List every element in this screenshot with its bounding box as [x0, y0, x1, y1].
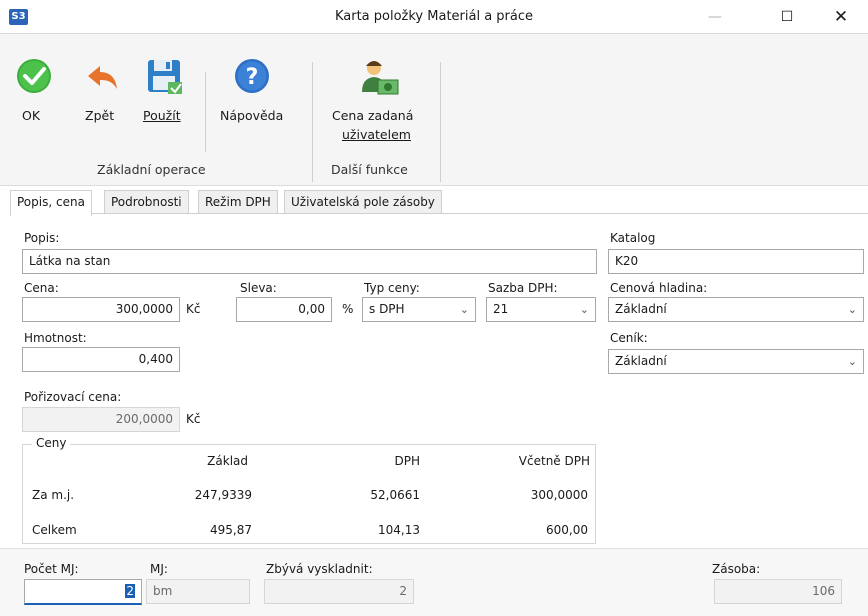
toolbar-separator: [440, 62, 441, 182]
check-icon: [17, 59, 51, 93]
chevron-down-icon: ⌄: [459, 303, 469, 316]
popis-field[interactable]: Látka na stan: [22, 249, 597, 274]
user-price-label-line1: Cena zadaná: [332, 108, 414, 123]
ceny-cell: 104,13: [378, 523, 420, 537]
apply-label: Použít: [143, 108, 181, 123]
cenik-select[interactable]: Základní ⌄: [608, 349, 864, 374]
porizovaci-cena-unit: Kč: [186, 412, 201, 426]
typ-ceny-select[interactable]: s DPH ⌄: [362, 297, 476, 322]
pocet-mj-value: 2: [125, 584, 135, 598]
ceny-row-label: Celkem: [32, 523, 77, 537]
tab-uzivatelska-pole[interactable]: Uživatelská pole zásoby: [284, 190, 442, 214]
ceny-header-zaklad: Základ: [207, 454, 248, 468]
porizovaci-cena-label: Pořizovací cena:: [24, 390, 122, 404]
ceny-cell: 52,0661: [370, 488, 420, 502]
back-label: Zpět: [85, 108, 115, 123]
ceny-group-title: Ceny: [32, 436, 71, 450]
popis-label: Popis:: [24, 231, 60, 245]
sazba-dph-value: 21: [493, 302, 509, 316]
ceny-cell: 495,87: [210, 523, 252, 537]
cenik-label: Ceník:: [610, 331, 648, 345]
chevron-down-icon: ⌄: [579, 303, 589, 316]
help-label: Nápověda: [220, 108, 284, 123]
cenova-hladina-value: Základní: [615, 302, 667, 316]
back-button[interactable]: Zpět: [82, 58, 126, 148]
minimize-button[interactable]: —: [692, 0, 738, 34]
cenova-hladina-label: Cenová hladina:: [610, 281, 708, 295]
save-icon: [148, 60, 182, 94]
sleva-unit: %: [342, 302, 354, 316]
ceny-cell: 300,0000: [530, 488, 588, 502]
close-button[interactable]: ✕: [818, 0, 864, 34]
help-icon: ?: [235, 59, 269, 93]
mj-field: bm: [146, 579, 250, 604]
sleva-label: Sleva:: [240, 281, 277, 295]
ceny-cell: 247,9339: [194, 488, 252, 502]
apply-button[interactable]: Použít: [142, 58, 192, 148]
maximize-button[interactable]: ☐: [764, 0, 810, 34]
group-label-basic: Základní operace: [97, 162, 206, 177]
cena-unit: Kč: [186, 302, 201, 316]
katalog-label: Katalog: [610, 231, 656, 245]
tab-rezim-dph[interactable]: Režim DPH: [198, 190, 278, 214]
hmotnost-label: Hmotnost:: [24, 331, 87, 345]
katalog-field[interactable]: K20: [608, 249, 864, 274]
cenik-value: Základní: [615, 354, 667, 368]
sazba-dph-label: Sazba DPH:: [488, 281, 558, 295]
typ-ceny-label: Typ ceny:: [364, 281, 420, 295]
porizovaci-cena-field: 200,0000: [22, 407, 180, 432]
zbyva-vyskladnit-field: 2: [264, 579, 414, 604]
toolbar: OK Zpět Použít ? Nápověda Cena zadaná už…: [0, 34, 868, 186]
sazba-dph-select[interactable]: 21 ⌄: [486, 297, 596, 322]
sleva-field[interactable]: 0,00: [236, 297, 332, 322]
toolbar-separator: [312, 62, 313, 182]
ok-label: OK: [22, 108, 41, 123]
cena-field[interactable]: 300,0000: [22, 297, 180, 322]
zasoba-label: Zásoba:: [712, 562, 761, 576]
svg-text:?: ?: [246, 65, 259, 90]
ceny-cell: 600,00: [546, 523, 588, 537]
pocet-mj-label: Počet MJ:: [24, 562, 79, 576]
chevron-down-icon: ⌄: [847, 303, 857, 316]
ok-button[interactable]: OK: [14, 58, 54, 148]
toolbar-separator: [205, 72, 206, 152]
zbyva-vyskladnit-label: Zbývá vyskladnit:: [266, 562, 373, 576]
chevron-down-icon: ⌄: [847, 355, 857, 368]
cena-label: Cena:: [24, 281, 59, 295]
cenova-hladina-select[interactable]: Základní ⌄: [608, 297, 864, 322]
help-button[interactable]: ? Nápověda: [218, 58, 288, 148]
user-price-icon: [362, 61, 399, 95]
pocet-mj-field[interactable]: 2: [24, 579, 142, 605]
typ-ceny-value: s DPH: [369, 302, 405, 316]
undo-arrow-icon: [88, 66, 117, 89]
tab-popis-cena[interactable]: Popis, cena: [10, 190, 92, 216]
user-price-label-line2: uživatelem: [342, 127, 411, 142]
zasoba-field: 106: [714, 579, 842, 604]
tab-podrobnosti[interactable]: Podrobnosti: [104, 190, 189, 214]
mj-label: MJ:: [150, 562, 168, 576]
group-label-more: Další funkce: [331, 162, 408, 177]
ceny-row-label: Za m.j.: [32, 488, 75, 502]
user-price-button[interactable]: Cena zadaná uživatelem: [326, 58, 428, 158]
ceny-header-dph: DPH: [394, 454, 421, 468]
ceny-header-vcetne: Včetně DPH: [518, 454, 590, 468]
hmotnost-field[interactable]: 0,400: [22, 347, 180, 372]
